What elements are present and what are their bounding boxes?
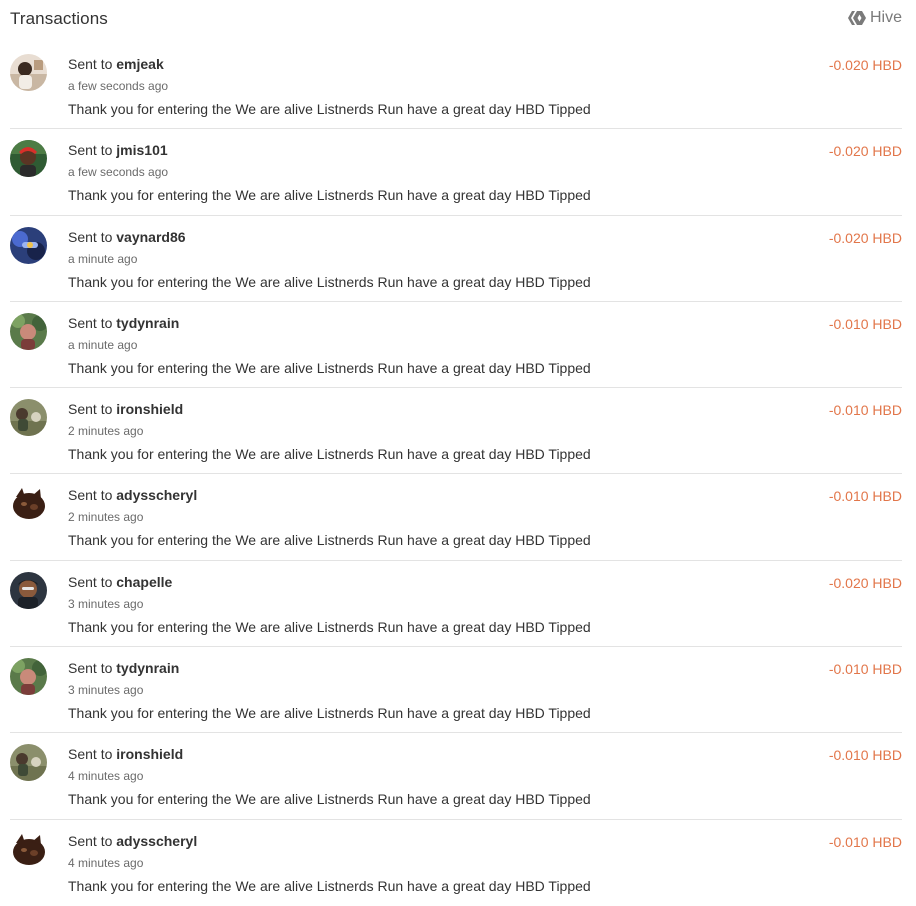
- avatar-ironshield[interactable]: [10, 399, 47, 437]
- avatar-vaynard86[interactable]: [10, 226, 47, 264]
- transaction-recipient-line: Sent to emjeak: [68, 56, 164, 72]
- transaction-recipient-line: Sent to tydynrain: [68, 660, 179, 676]
- transaction-memo: Thank you for entering the We are alive …: [68, 705, 591, 722]
- transaction-amount: -0.020 HBD: [828, 143, 902, 160]
- transaction-amount: -0.010 HBD: [828, 661, 902, 678]
- transaction-recipient-line: Sent to adysscheryl: [68, 833, 197, 849]
- recipient-username-link[interactable]: ironshield: [116, 401, 183, 417]
- transaction-memo: Thank you for entering the We are alive …: [68, 359, 591, 376]
- transaction-memo: Thank you for entering the We are alive …: [68, 877, 591, 894]
- transaction-memo: Thank you for entering the We are alive …: [68, 791, 591, 808]
- transaction-timestamp: 3 minutes ago: [68, 596, 144, 611]
- transaction-amount: -0.020 HBD: [828, 229, 902, 246]
- transaction-memo: Thank you for entering the We are alive …: [68, 187, 591, 204]
- transaction-timestamp: a minute ago: [68, 337, 138, 352]
- transaction-row[interactable]: Sent to adysscheryl 2 minutes ago Thank …: [10, 474, 902, 561]
- transaction-recipient-line: Sent to adysscheryl: [68, 487, 197, 503]
- recipient-username-link[interactable]: adysscheryl: [116, 487, 197, 503]
- recipient-username-link[interactable]: tydynrain: [116, 315, 179, 331]
- transaction-recipient-line: Sent to ironshield: [68, 401, 183, 417]
- recipient-username-link[interactable]: chapelle: [116, 574, 172, 590]
- transaction-memo: Thank you for entering the We are alive …: [68, 446, 591, 463]
- avatar-tydynrain[interactable]: [10, 312, 47, 350]
- transaction-recipient-line: Sent to chapelle: [68, 574, 172, 590]
- transaction-amount: -0.010 HBD: [828, 488, 902, 505]
- recipient-username-link[interactable]: ironshield: [116, 746, 183, 762]
- transaction-direction-label: Sent to: [68, 314, 117, 331]
- avatar-adysscheryl[interactable]: [10, 485, 47, 523]
- transaction-amount: -0.010 HBD: [828, 747, 902, 764]
- transaction-timestamp: 3 minutes ago: [68, 683, 144, 698]
- avatar-tydynrain[interactable]: [10, 658, 47, 696]
- panel-title: Transactions: [10, 9, 108, 28]
- transaction-recipient-line: Sent to tydynrain: [68, 315, 179, 331]
- transaction-direction-label: Sent to: [68, 573, 117, 590]
- transaction-amount: -0.010 HBD: [828, 833, 902, 850]
- recipient-username-link[interactable]: adysscheryl: [116, 833, 197, 849]
- avatar-ironshield[interactable]: [10, 744, 47, 782]
- transaction-timestamp: 2 minutes ago: [68, 424, 144, 439]
- transaction-direction-label: Sent to: [68, 401, 117, 418]
- recipient-username-link[interactable]: emjeak: [116, 56, 163, 72]
- transaction-row[interactable]: Sent to ironshield 2 minutes ago Thank y…: [10, 388, 902, 475]
- avatar-jmis101[interactable]: [10, 140, 47, 178]
- transaction-amount: -0.020 HBD: [828, 574, 902, 591]
- hive-logo-icon: [847, 10, 866, 26]
- transaction-timestamp: a minute ago: [68, 251, 138, 266]
- transaction-recipient-line: Sent to jmis101: [68, 142, 168, 158]
- recipient-username-link[interactable]: jmis101: [116, 142, 167, 158]
- transaction-row[interactable]: Sent to adysscheryl 4 minutes ago Thank …: [10, 820, 902, 906]
- avatar-chapelle[interactable]: [10, 571, 47, 609]
- transaction-amount: -0.010 HBD: [828, 315, 902, 332]
- transaction-memo: Thank you for entering the We are alive …: [68, 273, 591, 290]
- transaction-list: Sent to emjeak a few seconds ago Thank y…: [10, 43, 902, 906]
- transaction-row[interactable]: Sent to chapelle 3 minutes ago Thank you…: [10, 561, 902, 648]
- hive-brand[interactable]: Hive: [847, 9, 902, 27]
- transaction-timestamp: 2 minutes ago: [68, 510, 144, 525]
- transaction-timestamp: a few seconds ago: [68, 165, 169, 180]
- recipient-username-link[interactable]: tydynrain: [116, 660, 179, 676]
- transaction-direction-label: Sent to: [68, 746, 117, 763]
- avatar-emjeak[interactable]: [10, 54, 47, 91]
- transaction-direction-label: Sent to: [68, 228, 117, 245]
- recipient-username-link[interactable]: vaynard86: [116, 229, 185, 245]
- transaction-recipient-line: Sent to ironshield: [68, 746, 183, 762]
- transaction-direction-label: Sent to: [68, 56, 117, 72]
- transaction-timestamp: a few seconds ago: [68, 79, 169, 93]
- transaction-timestamp: 4 minutes ago: [68, 855, 144, 870]
- transaction-row[interactable]: Sent to vaynard86 a minute ago Thank you…: [10, 216, 902, 302]
- transaction-memo: Thank you for entering the We are alive …: [68, 101, 591, 117]
- transaction-row[interactable]: Sent to jmis101 a few seconds ago Thank …: [10, 129, 902, 216]
- transaction-row[interactable]: Sent to emjeak a few seconds ago Thank y…: [10, 43, 902, 130]
- transactions-panel: Transactions Hive Sent to emjeak a few s…: [0, 0, 916, 905]
- panel-header: Transactions Hive: [0, 0, 916, 38]
- transaction-timestamp: 4 minutes ago: [68, 769, 144, 784]
- transaction-recipient-line: Sent to vaynard86: [68, 229, 186, 245]
- transaction-memo: Thank you for entering the We are alive …: [68, 532, 591, 549]
- transaction-direction-label: Sent to: [68, 660, 117, 677]
- hive-brand-label: Hive: [869, 9, 902, 26]
- transaction-row[interactable]: Sent to tydynrain 3 minutes ago Thank yo…: [10, 647, 902, 734]
- transaction-direction-label: Sent to: [68, 832, 117, 849]
- transaction-direction-label: Sent to: [68, 487, 117, 504]
- transaction-amount: -0.010 HBD: [828, 402, 902, 419]
- transaction-row[interactable]: Sent to tydynrain a minute ago Thank you…: [10, 302, 902, 389]
- transaction-row[interactable]: Sent to ironshield 4 minutes ago Thank y…: [10, 733, 902, 820]
- avatar-adysscheryl[interactable]: [10, 830, 47, 868]
- transaction-amount: -0.020 HBD: [828, 57, 902, 73]
- transaction-direction-label: Sent to: [68, 142, 117, 159]
- transaction-memo: Thank you for entering the We are alive …: [68, 618, 591, 635]
